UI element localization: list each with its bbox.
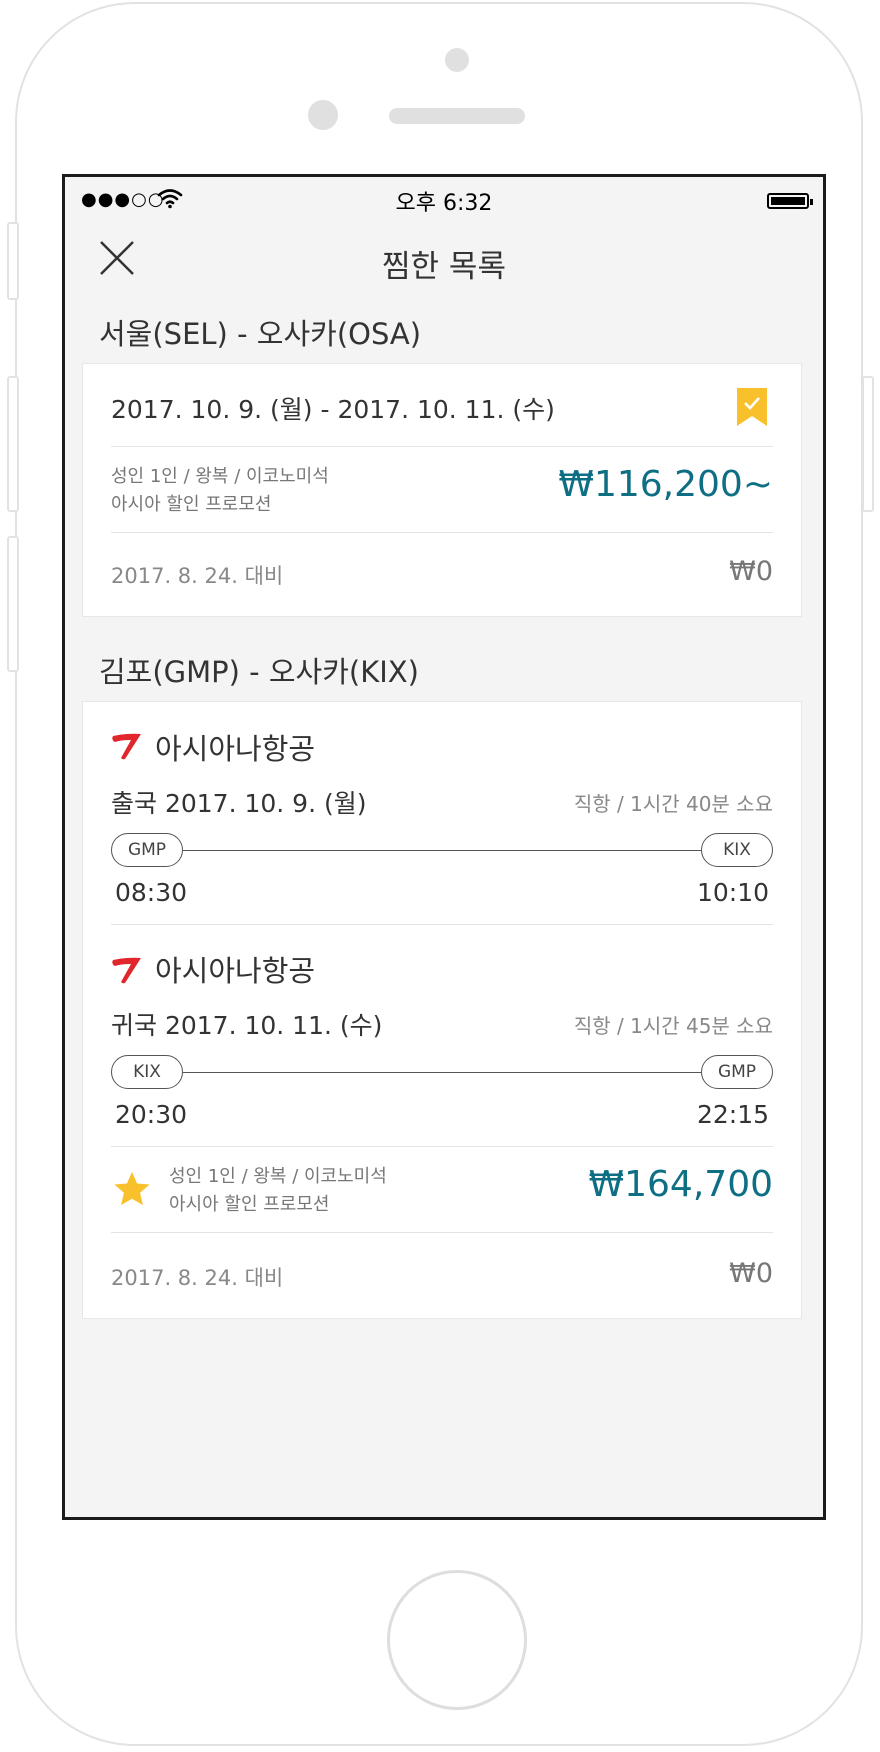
departure-airport: KIX bbox=[111, 1055, 183, 1089]
front-camera bbox=[445, 48, 469, 72]
page-title: 찜한 목록 bbox=[382, 249, 506, 285]
promotion-label: 아시아 할인 프로모션 bbox=[169, 1194, 330, 1215]
compare-date: 2017. 8. 24. 대비 bbox=[111, 1266, 284, 1290]
arrival-time: 10:10 bbox=[696, 878, 769, 907]
divider bbox=[111, 1232, 773, 1233]
arrival-airport: KIX bbox=[701, 833, 773, 867]
volume-up-button[interactable] bbox=[7, 376, 19, 512]
arrival-time: 22:15 bbox=[696, 1100, 769, 1129]
star-icon[interactable] bbox=[113, 1170, 151, 1208]
battery-icon bbox=[767, 193, 813, 209]
airline-name: 아시아나항공 bbox=[155, 954, 316, 988]
passenger-info: 성인 1인 / 왕복 / 이코노미석 bbox=[111, 466, 329, 487]
bookmark-check-icon[interactable] bbox=[737, 388, 767, 426]
asiana-logo-icon bbox=[112, 733, 141, 760]
price-diff: ₩0 bbox=[729, 556, 773, 587]
divider bbox=[111, 924, 773, 925]
route-title: 서울(SEL) - 오사카(OSA) bbox=[99, 317, 422, 351]
earpiece-speaker bbox=[389, 108, 525, 124]
volume-down-button[interactable] bbox=[7, 536, 19, 672]
airline-name: 아시아나항공 bbox=[155, 732, 316, 766]
price: ₩164,700 bbox=[588, 1164, 773, 1205]
status-clock: 오후 6:32 bbox=[395, 191, 493, 216]
asiana-logo-icon bbox=[112, 957, 141, 984]
app-screen: ●●●○○ 오후 6:32 찜한 목록 서울(SEL) - 오사카(OSA) 2… bbox=[62, 174, 826, 1520]
leg-info: 직항 / 1시간 40분 소요 bbox=[573, 792, 773, 816]
power-button[interactable] bbox=[862, 376, 874, 512]
nav-bar: 찜한 목록 bbox=[65, 221, 823, 301]
leg-info: 직항 / 1시간 45분 소요 bbox=[573, 1014, 773, 1038]
route-line bbox=[183, 1072, 701, 1073]
price-diff: ₩0 bbox=[729, 1258, 773, 1289]
mute-switch[interactable] bbox=[7, 222, 19, 300]
departure-time: 08:30 bbox=[115, 878, 188, 907]
wishlist-card[interactable]: 2017. 10. 9. (월) - 2017. 10. 11. (수) 성인 … bbox=[82, 363, 802, 617]
compare-date: 2017. 8. 24. 대비 bbox=[111, 564, 284, 588]
divider bbox=[111, 446, 773, 447]
price: ₩116,200~ bbox=[558, 464, 773, 505]
travel-date-range: 2017. 10. 9. (월) - 2017. 10. 11. (수) bbox=[111, 395, 555, 424]
proximity-sensor bbox=[308, 100, 338, 130]
departure-airport: GMP bbox=[111, 833, 183, 867]
status-bar: ●●●○○ 오후 6:32 bbox=[65, 177, 823, 221]
arrival-airport: GMP bbox=[701, 1055, 773, 1089]
passenger-info: 성인 1인 / 왕복 / 이코노미석 bbox=[169, 1166, 387, 1187]
leg-date: 출국 2017. 10. 9. (월) bbox=[111, 789, 367, 818]
route-title: 김포(GMP) - 오사카(KIX) bbox=[99, 655, 419, 689]
promotion-label: 아시아 할인 프로모션 bbox=[111, 494, 272, 515]
departure-time: 20:30 bbox=[115, 1100, 188, 1129]
home-button[interactable] bbox=[387, 1570, 527, 1710]
divider bbox=[111, 532, 773, 533]
route-line bbox=[183, 850, 701, 851]
wishlist-card[interactable]: 아시아나항공 출국 2017. 10. 9. (월) 직항 / 1시간 40분 … bbox=[82, 701, 802, 1319]
divider bbox=[111, 1146, 773, 1147]
leg-date: 귀국 2017. 10. 11. (수) bbox=[111, 1011, 383, 1040]
